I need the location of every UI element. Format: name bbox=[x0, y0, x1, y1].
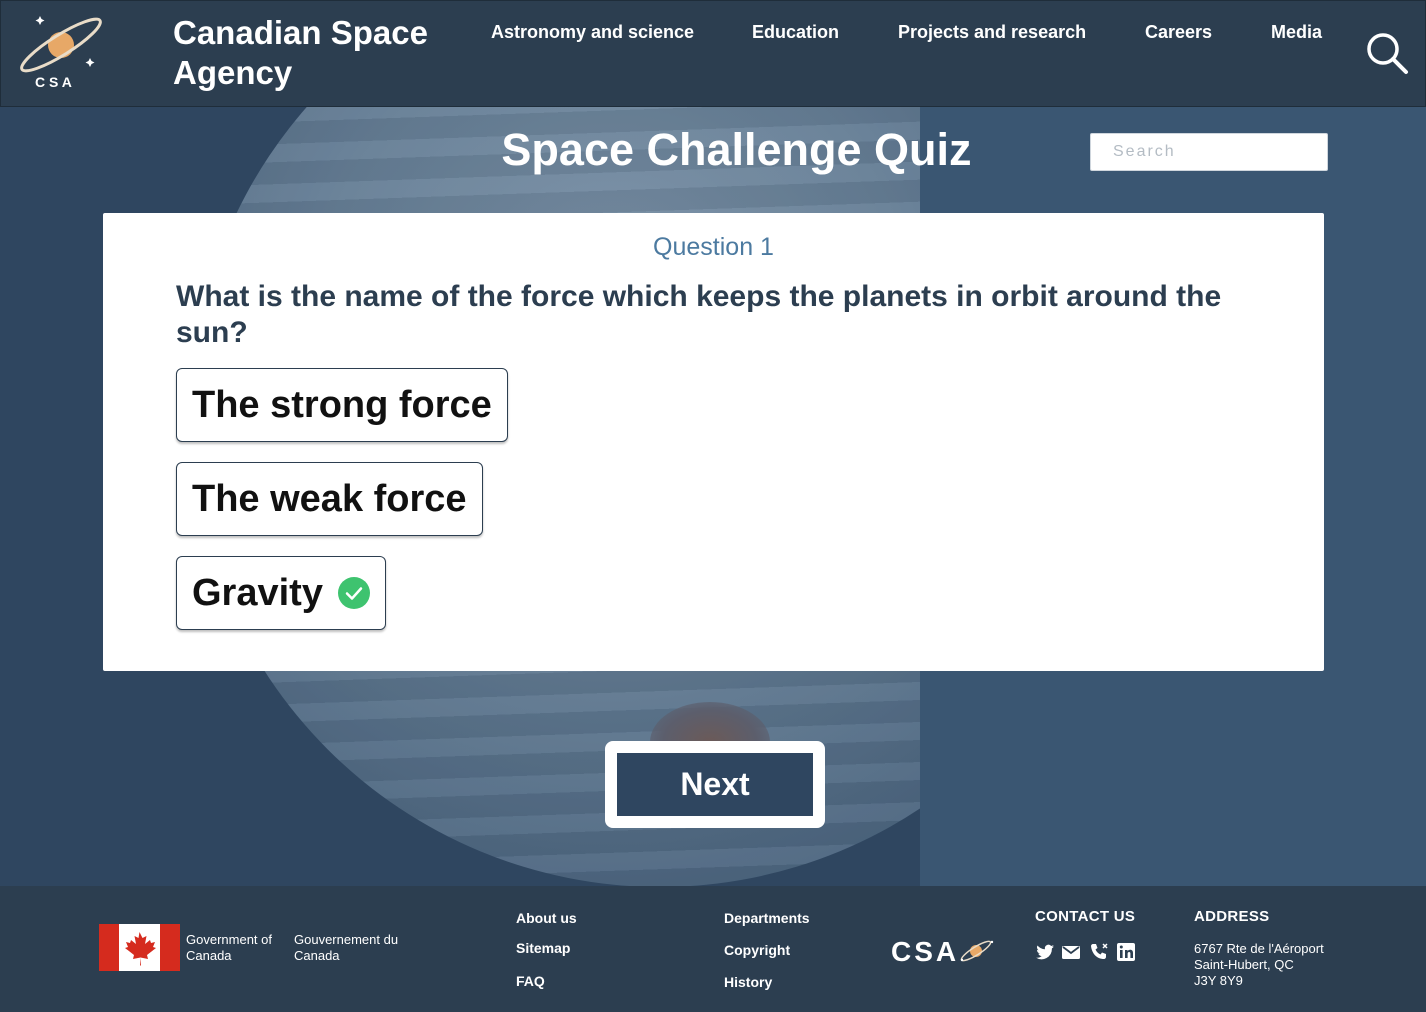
answer-label: Gravity bbox=[192, 571, 323, 614]
planet-icon bbox=[960, 940, 994, 962]
question-text: What is the name of the force which keep… bbox=[176, 280, 1222, 349]
nav-media[interactable]: Media bbox=[1271, 22, 1322, 43]
site-header: C S A Canadian Space Agency Astronomy an… bbox=[0, 0, 1426, 107]
logo-text: C S A bbox=[35, 74, 72, 90]
csa-logo[interactable]: C S A bbox=[15, 11, 111, 95]
address-line: Saint-Hubert, QC bbox=[1194, 957, 1294, 972]
address-block: 6767 Rte de l'Aéroport Saint-Hubert, QC … bbox=[1194, 941, 1324, 989]
answer-option-strong-force[interactable]: The strong force bbox=[176, 368, 508, 442]
quiz-card: Question 1 What is the name of the force… bbox=[103, 213, 1324, 671]
footer-link-copyright[interactable]: Copyright bbox=[724, 942, 790, 958]
next-button[interactable]: Next bbox=[605, 741, 825, 828]
check-circle-icon bbox=[337, 577, 370, 609]
gov-en-label: Government of Canada bbox=[186, 932, 272, 963]
footer-link-faq[interactable]: FAQ bbox=[516, 973, 545, 989]
address-line: J3Y 8Y9 bbox=[1194, 973, 1243, 988]
address-heading: ADDRESS bbox=[1194, 908, 1270, 925]
answer-label: The weak force bbox=[192, 477, 467, 520]
nav-careers[interactable]: Careers bbox=[1145, 22, 1212, 43]
nav-education[interactable]: Education bbox=[752, 22, 839, 43]
footer-link-sitemap[interactable]: Sitemap bbox=[516, 940, 570, 956]
nav-astronomy-science[interactable]: Astronomy and science bbox=[491, 22, 694, 43]
contact-heading: CONTACT US bbox=[1035, 908, 1136, 925]
gov-fr-label: Gouvernement du Canada bbox=[294, 932, 399, 963]
address-line: 6767 Rte de l'Aéroport bbox=[1194, 941, 1324, 956]
twitter-icon[interactable] bbox=[1035, 942, 1055, 962]
footer-link-history[interactable]: History bbox=[724, 974, 772, 990]
search-input[interactable] bbox=[1090, 133, 1328, 171]
footer-csa-wordmark[interactable]: CSA bbox=[891, 936, 959, 968]
footer-link-departments[interactable]: Departments bbox=[724, 910, 810, 926]
linkedin-icon[interactable] bbox=[1116, 942, 1136, 962]
phone-icon[interactable] bbox=[1089, 942, 1109, 962]
canada-flag-icon bbox=[99, 924, 180, 971]
answer-option-weak-force[interactable]: The weak force bbox=[176, 462, 483, 536]
search-icon[interactable] bbox=[1365, 31, 1409, 75]
site-footer: Government of Canada Gouvernement du Can… bbox=[0, 886, 1426, 1012]
mail-icon[interactable] bbox=[1061, 942, 1081, 962]
nav-projects-research[interactable]: Projects and research bbox=[898, 22, 1086, 43]
answer-label: The strong force bbox=[192, 383, 492, 426]
answer-option-gravity[interactable]: Gravity bbox=[176, 556, 386, 630]
brand-name[interactable]: Canadian Space Agency bbox=[173, 13, 453, 93]
question-number: Question 1 bbox=[653, 233, 774, 261]
footer-link-about[interactable]: About us bbox=[516, 910, 577, 926]
